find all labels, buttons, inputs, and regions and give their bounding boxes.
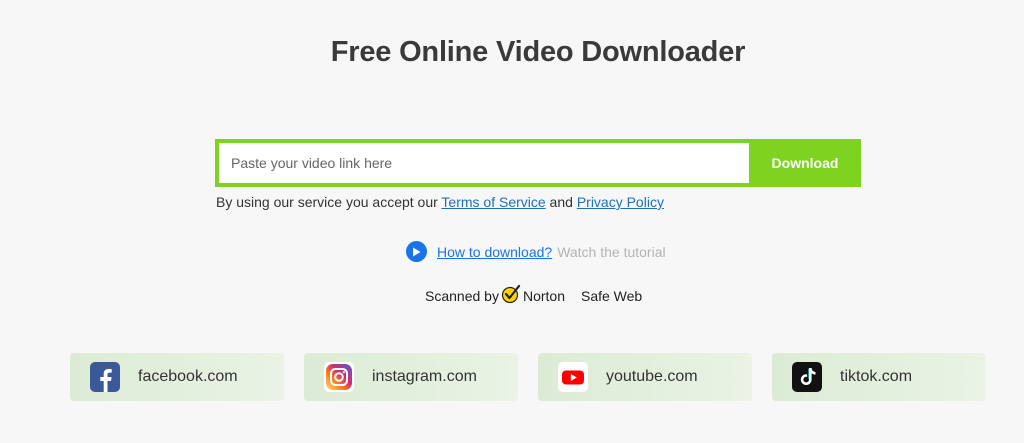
site-card-youtube[interactable]: youtube.com xyxy=(538,353,752,401)
video-link-input[interactable] xyxy=(219,143,749,183)
watch-tutorial-text: Watch the tutorial xyxy=(557,243,666,260)
instagram-icon xyxy=(324,362,354,392)
safe-web-text: Safe Web xyxy=(580,287,643,304)
supported-sites: facebook.com instagram.com youtube.com t… xyxy=(70,353,986,401)
privacy-policy-link[interactable]: Privacy Policy xyxy=(577,194,664,210)
play-icon[interactable] xyxy=(406,241,427,262)
search-bar: Download xyxy=(215,139,861,187)
terms-notice: By using our service you accept our Term… xyxy=(216,194,664,210)
norton-check-icon xyxy=(501,284,521,307)
site-label-tiktok: tiktok.com xyxy=(840,368,913,385)
terms-prefix: By using our service you accept our xyxy=(216,194,442,210)
youtube-icon xyxy=(558,362,588,392)
norton-brand-text: Norton xyxy=(522,287,565,304)
facebook-icon xyxy=(90,362,120,392)
site-label-instagram: instagram.com xyxy=(372,368,477,385)
norton-badge: Scanned by Norton Safe Web xyxy=(425,284,642,307)
page-title: Free Online Video Downloader xyxy=(330,36,746,68)
site-card-tiktok[interactable]: tiktok.com xyxy=(772,353,986,401)
scanned-by-text: Scanned by xyxy=(425,287,499,304)
terms-middle: and xyxy=(545,194,577,210)
terms-of-service-link[interactable]: Terms of Service xyxy=(441,194,545,210)
site-card-instagram[interactable]: instagram.com xyxy=(304,353,518,401)
download-button[interactable]: Download xyxy=(749,143,861,183)
how-to-download: How to download? Watch the tutorial xyxy=(406,241,666,262)
tiktok-icon xyxy=(792,362,822,392)
site-card-facebook[interactable]: facebook.com xyxy=(70,353,284,401)
site-label-facebook: facebook.com xyxy=(138,368,238,385)
site-label-youtube: youtube.com xyxy=(606,368,698,385)
how-to-download-link[interactable]: How to download? xyxy=(437,244,552,260)
